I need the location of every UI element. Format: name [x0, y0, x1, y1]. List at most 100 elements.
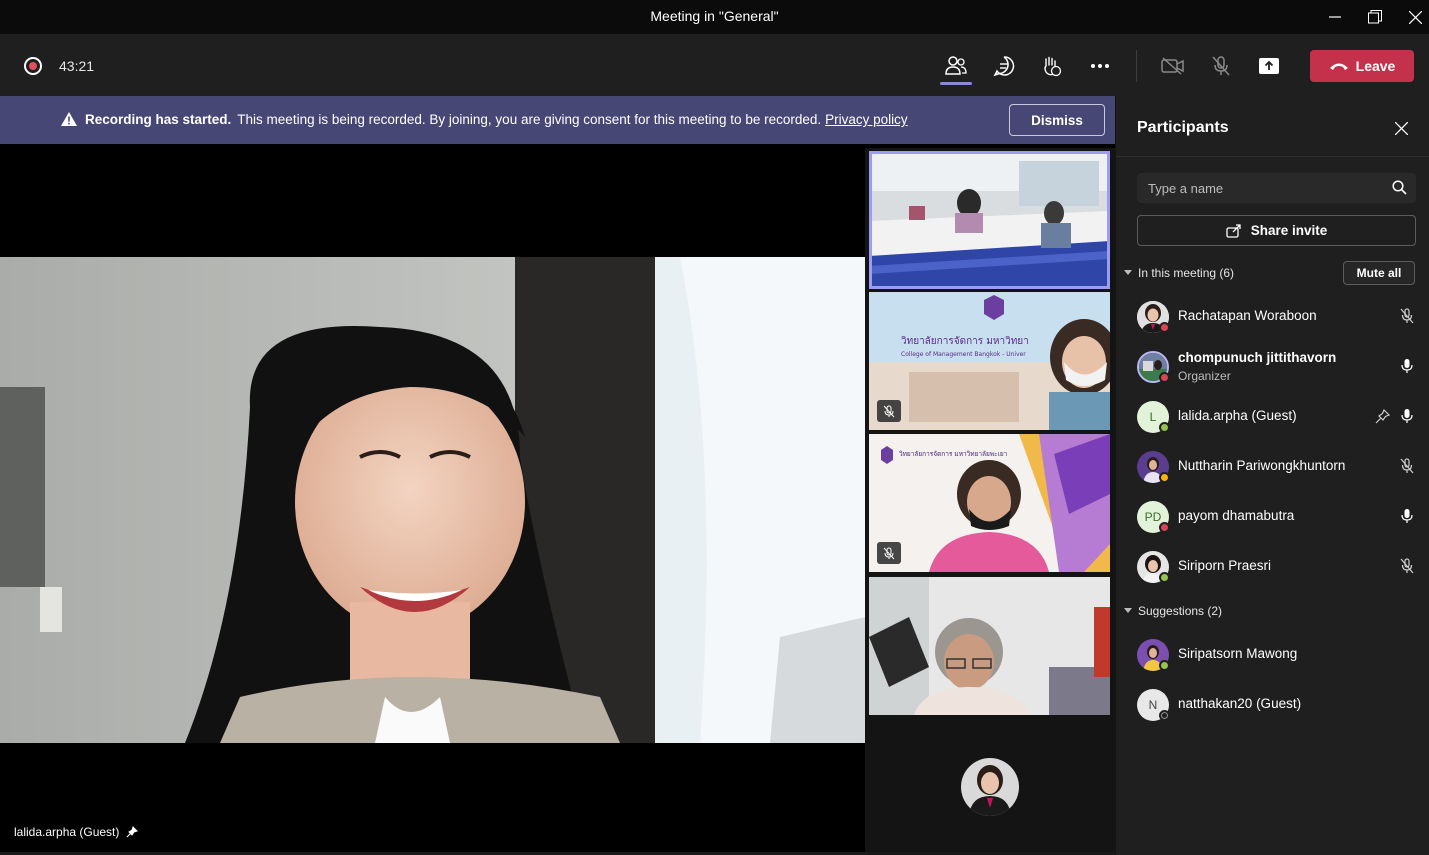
video-tiles-column: วิทยาลัยการจัดการ มหาวิทยา College of Ma… — [865, 148, 1115, 852]
video-tile[interactable]: วิทยาลัยการจัดการ มหาวิทยา College of Ma… — [869, 292, 1110, 430]
mic-off-icon — [883, 405, 895, 417]
pin-participant-button[interactable] — [1372, 406, 1392, 426]
meeting-timer: 43:21 — [59, 58, 95, 74]
participant-row[interactable]: Nuttharin Pariwongkhuntorn — [1116, 444, 1429, 490]
participant-row[interactable]: Rachatapan Woraboon — [1116, 294, 1429, 340]
pink-shirt-video-image: วิทยาลัยการจัดการ มหาวิทยาลัยพะเยา — [869, 434, 1110, 572]
suggestion-name: natthakan20 (Guest) — [1178, 696, 1302, 711]
banner-message: This meeting is being recorded. By joini… — [237, 112, 822, 127]
participant-name: Rachatapan Woraboon — [1178, 308, 1317, 323]
self-avatar — [961, 758, 1019, 816]
main-participant-name: lalida.arpha (Guest) — [14, 825, 120, 839]
suggestion-row[interactable]: N natthakan20 (Guest) — [1116, 682, 1429, 728]
mic-off-icon — [883, 547, 895, 559]
participant-name: Siriporn Praesri — [1178, 558, 1272, 573]
mic-off-icon — [1400, 558, 1414, 574]
participant-mic-status[interactable] — [1397, 506, 1417, 526]
participant-name: payom dhamabutra — [1178, 508, 1295, 523]
mic-icon — [1401, 509, 1413, 523]
more-actions-button[interactable] — [1086, 52, 1114, 80]
more-icon — [1091, 64, 1109, 68]
avatar-initials: L — [1149, 410, 1157, 424]
warning-icon — [61, 112, 77, 126]
dismiss-button[interactable]: Dismiss — [1009, 104, 1105, 136]
participant-name: Nuttharin Pariwongkhuntorn — [1178, 458, 1346, 473]
active-tab-indicator — [940, 82, 972, 85]
recording-indicator-icon — [24, 57, 42, 75]
participant-mic-status[interactable] — [1397, 356, 1417, 376]
suggestions-section-toggle[interactable]: Suggestions (2) — [1124, 604, 1222, 618]
search-icon — [1392, 180, 1407, 195]
video-tile[interactable]: วิทยาลัยการจัดการ มหาวิทยาลัยพะเยา — [869, 434, 1110, 572]
reactions-button[interactable] — [1037, 52, 1065, 80]
speaker-video-image — [0, 257, 865, 743]
title-bar: Meeting in "General" — [0, 0, 1429, 34]
chevron-down-icon — [1124, 608, 1132, 613]
mic-toggle-button[interactable] — [1207, 52, 1235, 80]
participant-row[interactable]: chompunuch jittithavorn Organizer — [1116, 344, 1429, 390]
leave-label: Leave — [1355, 58, 1396, 74]
in-meeting-label: In this meeting (6) — [1138, 266, 1235, 280]
meeting-toolbar: 43:21 Leave — [0, 34, 1429, 96]
camera-off-icon — [1161, 57, 1184, 75]
status-available-icon — [1159, 572, 1170, 583]
hang-up-icon — [1329, 63, 1348, 70]
participants-panel: Participants Share invite In this meetin… — [1115, 96, 1429, 855]
avatar-initials: N — [1148, 698, 1158, 712]
share-content-button[interactable] — [1255, 52, 1283, 80]
mic-icon — [1401, 409, 1413, 423]
suggestions-label: Suggestions (2) — [1138, 604, 1223, 618]
main-video-feed — [0, 257, 865, 743]
svg-text:College of Management Bangkok: College of Management Bangkok - Univer — [901, 351, 1026, 358]
participant-row[interactable]: Siriporn Praesri — [1116, 544, 1429, 590]
video-tile[interactable] — [869, 577, 1110, 715]
status-available-icon — [1159, 422, 1170, 433]
participant-mic-status[interactable] — [1397, 556, 1417, 576]
tile-mute-indicator — [877, 400, 901, 422]
recording-banner: Recording has started. This meeting is be… — [0, 96, 1115, 144]
panel-title: Participants — [1137, 119, 1229, 136]
participant-search — [1137, 173, 1416, 203]
main-participant-label: lalida.arpha (Guest) — [14, 825, 139, 839]
status-busy-icon — [1159, 372, 1170, 383]
classroom-video-image — [869, 151, 1110, 289]
leave-button[interactable]: Leave — [1310, 50, 1414, 82]
suggestion-name: Siripatsorn Mawong — [1178, 646, 1298, 661]
participant-mic-status[interactable] — [1397, 306, 1417, 326]
mute-all-button[interactable]: Mute all — [1343, 261, 1415, 285]
maximize-button[interactable] — [1355, 0, 1395, 34]
status-busy-icon — [1159, 522, 1170, 533]
video-tile[interactable] — [869, 151, 1110, 289]
people-icon — [945, 56, 967, 75]
participant-row[interactable]: L lalida.arpha (Guest) — [1116, 394, 1429, 440]
in-meeting-section-toggle[interactable]: In this meeting (6) — [1124, 266, 1234, 280]
share-invite-button[interactable]: Share invite — [1137, 215, 1416, 246]
restore-icon — [1368, 10, 1382, 24]
privacy-policy-link[interactable]: Privacy policy — [825, 112, 908, 127]
participant-name: lalida.arpha (Guest) — [1178, 408, 1297, 423]
camera-toggle-button[interactable] — [1159, 52, 1187, 80]
show-chat-button[interactable] — [990, 52, 1018, 80]
status-offline-icon — [1159, 710, 1170, 721]
participant-row[interactable]: PD payom dhamabutra — [1116, 494, 1429, 540]
svg-text:วิทยาลัยการจัดการ มหาวิทยา: วิทยาลัยการจัดการ มหาวิทยา — [901, 336, 1029, 347]
mic-icon — [1401, 359, 1413, 373]
toolbar-divider — [1136, 50, 1137, 82]
banner-text: Recording has started. This meeting is be… — [85, 112, 908, 127]
close-window-button[interactable] — [1395, 0, 1429, 34]
participant-search-input[interactable] — [1137, 173, 1382, 203]
status-available-icon — [1159, 660, 1170, 671]
minimize-icon — [1329, 16, 1341, 18]
show-participants-button[interactable] — [942, 52, 970, 80]
participant-mic-status[interactable] — [1397, 456, 1417, 476]
close-icon — [1394, 121, 1408, 135]
suggestion-row[interactable]: Siripatsorn Mawong — [1116, 632, 1429, 678]
window-title: Meeting in "General" — [650, 8, 779, 24]
main-stage: lalida.arpha (Guest) — [0, 148, 865, 852]
participant-mic-status[interactable] — [1397, 406, 1417, 426]
close-panel-button[interactable] — [1391, 118, 1411, 138]
minimize-button[interactable] — [1315, 0, 1355, 34]
college-banner-video-image: วิทยาลัยการจัดการ มหาวิทยา College of Ma… — [869, 292, 1110, 430]
status-away-icon — [1159, 472, 1170, 483]
avatar-initials: PD — [1144, 510, 1162, 524]
